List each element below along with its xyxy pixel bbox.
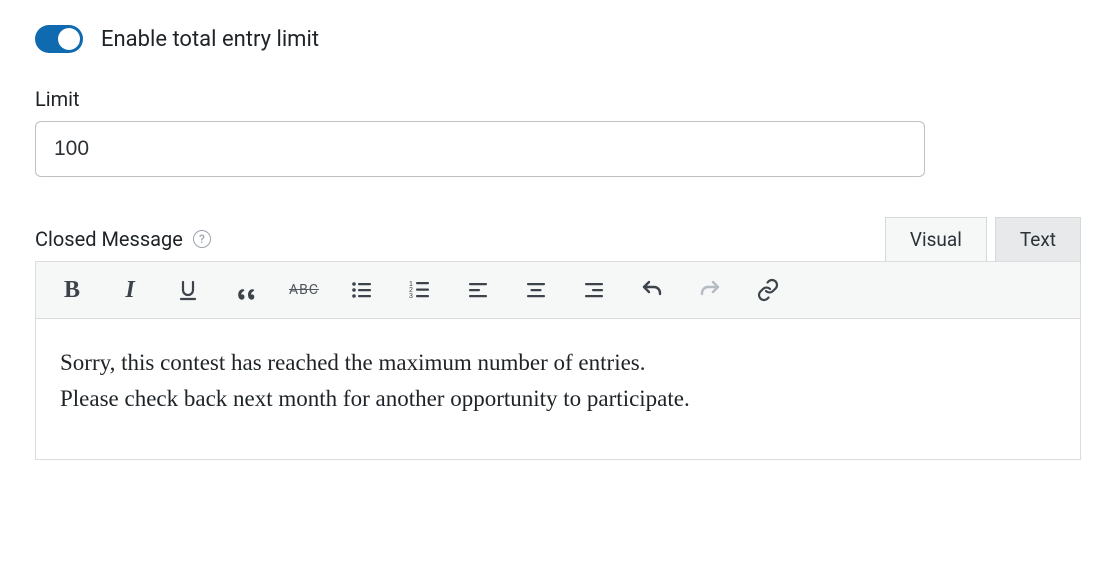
align-right-button[interactable] (580, 276, 608, 304)
align-left-button[interactable] (464, 276, 492, 304)
enable-entry-limit-toggle[interactable] (35, 25, 83, 53)
editor-content-area[interactable]: Sorry, this contest has reached the maxi… (36, 319, 1080, 459)
link-button[interactable] (754, 276, 782, 304)
bullet-list-button[interactable] (348, 276, 376, 304)
enable-entry-limit-label: Enable total entry limit (101, 27, 319, 52)
closed-message-line2: Please check back next month for another… (60, 386, 690, 411)
blockquote-button[interactable] (232, 276, 260, 304)
bold-button[interactable]: B (58, 276, 86, 304)
closed-message-editor: B I ABC 1 2 3 (35, 261, 1081, 460)
help-icon[interactable]: ? (193, 230, 211, 248)
closed-message-label: Closed Message (35, 227, 183, 251)
limit-label: Limit (35, 87, 1081, 111)
toggle-knob (58, 28, 80, 50)
limit-input[interactable] (35, 121, 925, 177)
italic-button[interactable]: I (116, 276, 144, 304)
editor-toolbar: B I ABC 1 2 3 (36, 262, 1080, 319)
redo-button[interactable] (696, 276, 724, 304)
tab-visual[interactable]: Visual (885, 217, 987, 261)
strikethrough-button[interactable]: ABC (290, 276, 318, 304)
align-center-button[interactable] (522, 276, 550, 304)
numbered-list-button[interactable]: 1 2 3 (406, 276, 434, 304)
closed-message-line1: Sorry, this contest has reached the maxi… (60, 350, 646, 375)
tab-text[interactable]: Text (995, 217, 1081, 261)
underline-button[interactable] (174, 276, 202, 304)
svg-text:3: 3 (409, 293, 413, 300)
undo-button[interactable] (638, 276, 666, 304)
